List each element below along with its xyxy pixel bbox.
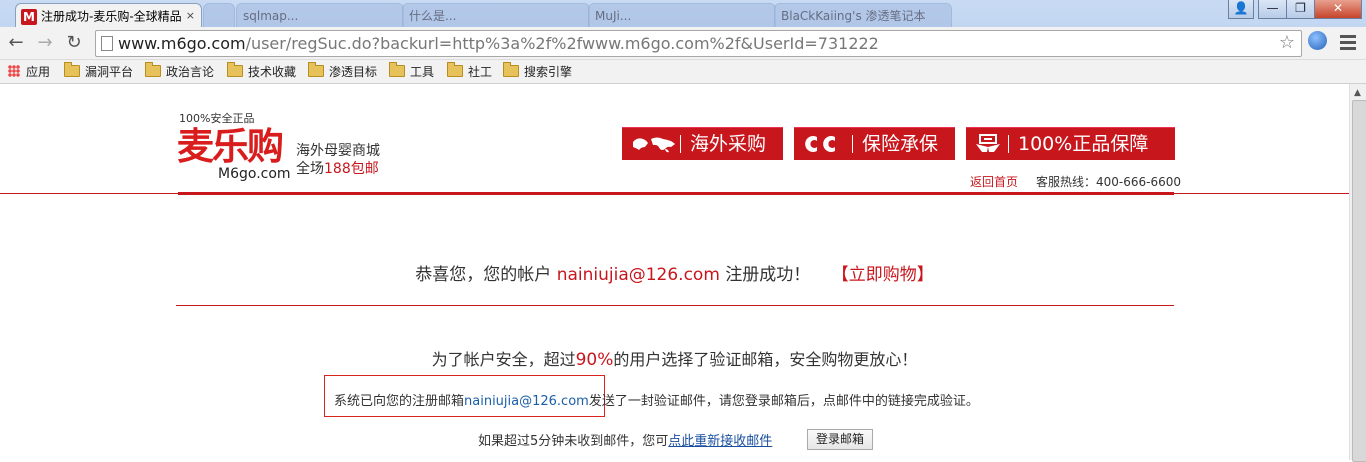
insurance-logo-icon: [805, 136, 835, 152]
hotline: 客服热线：400-666-6600: [1036, 175, 1182, 189]
slogan-line1: 海外母婴商城: [296, 143, 380, 159]
bookmark-folder[interactable]: 社工: [447, 62, 492, 81]
restore-button[interactable]: ❐: [1286, 0, 1315, 19]
tab-background[interactable]: MuJi...: [588, 3, 776, 28]
slogan-line2: 全场188包邮: [296, 161, 379, 177]
browser-toolbar: ← → ↻ www.m6go.com/user/regSuc.do?backur…: [0, 27, 1366, 60]
logo-tagline: 100%安全正品: [179, 112, 255, 125]
scroll-up-icon[interactable]: ▲: [1354, 88, 1361, 98]
world-map-icon: [633, 137, 675, 153]
folder-icon: [447, 62, 463, 77]
bookmark-folder[interactable]: 政治言论: [145, 62, 214, 81]
close-window-button[interactable]: ✕: [1314, 0, 1362, 19]
site-favicon-icon: M: [21, 8, 37, 25]
badge-divider: [680, 135, 681, 153]
badge-divider: [1008, 135, 1009, 153]
bookmark-star-icon[interactable]: ☆: [1279, 32, 1295, 53]
bookmark-folder[interactable]: 技术收藏: [227, 62, 296, 81]
verification-sent-text: 系统已向您的注册邮箱nainiujia@126.com发送了一封验证邮件，请您登…: [334, 394, 979, 409]
apps-grid-icon: [8, 65, 20, 77]
user-icon[interactable]: 👤: [1228, 0, 1254, 19]
tab-close-icon[interactable]: ×: [186, 4, 195, 28]
resend-text: 如果超过5分钟未收到邮件，您可点此重新接收邮件: [478, 434, 773, 449]
menu-icon[interactable]: [1340, 35, 1356, 53]
folder-icon: [64, 62, 80, 77]
registered-email: nainiujia@126.com: [464, 394, 589, 409]
address-bar[interactable]: www.m6go.com/user/regSuc.do?backurl=http…: [95, 30, 1302, 57]
badge-label: 海外采购: [690, 133, 767, 155]
bookmarks-bar: 应用 漏洞平台 政治言论 技术收藏 渗透目标 工具 社工 搜索引擎: [0, 60, 1366, 84]
forward-icon[interactable]: →: [34, 32, 56, 54]
folder-icon: [503, 62, 519, 77]
site-logo[interactable]: 麦乐购: [177, 127, 284, 167]
bookmark-folder[interactable]: 工具: [389, 62, 434, 81]
back-icon[interactable]: ←: [5, 32, 27, 54]
badge-label: 保险承保: [862, 133, 939, 155]
scroll-thumb[interactable]: [1352, 100, 1366, 462]
reload-icon[interactable]: ↻: [63, 32, 85, 54]
page-icon: [101, 36, 113, 51]
url-text[interactable]: www.m6go.com/user/regSuc.do?backurl=http…: [118, 31, 879, 56]
tab-background[interactable]: 什么是...: [402, 3, 590, 28]
tab-active[interactable]: M 注册成功-麦乐购-全球精品 ×: [15, 3, 202, 28]
tab-strip: M 注册成功-麦乐购-全球精品 × sqlmap... 什么是... MuJi..…: [0, 0, 1366, 28]
bookmark-apps[interactable]: 应用: [8, 63, 50, 81]
bookmark-folder[interactable]: 漏洞平台: [64, 62, 133, 81]
bookmark-folder[interactable]: 渗透目标: [308, 62, 377, 81]
badge-divider: [852, 135, 853, 153]
account-email: nainiujia@126.com: [556, 265, 720, 285]
page-content: 100%安全正品 麦乐购 M6go.com 海外母婴商城 全场188包邮 海外采…: [0, 84, 1349, 460]
resend-email-link[interactable]: 点此重新接收邮件: [668, 434, 772, 449]
folder-icon: [308, 62, 324, 77]
translate-globe-icon[interactable]: [1308, 31, 1327, 50]
login-mailbox-button[interactable]: 登录邮箱: [807, 429, 873, 450]
home-link[interactable]: 返回首页: [970, 173, 1018, 190]
tab-new[interactable]: [203, 3, 235, 28]
tab-title: 注册成功-麦乐购-全球精品: [41, 9, 182, 24]
minimize-button[interactable]: —: [1258, 0, 1287, 19]
folder-icon: [145, 62, 161, 77]
security-notice: 为了帐户安全，超过90%的用户选择了验证邮箱，安全购物更放心！: [431, 350, 918, 370]
vertical-scrollbar[interactable]: ▲: [1349, 84, 1366, 462]
bookmark-folder[interactable]: 搜索引擎: [503, 62, 572, 81]
certified-hands-icon: [976, 134, 1000, 152]
tab-background[interactable]: sqlmap...: [236, 3, 404, 28]
folder-icon: [227, 62, 243, 77]
success-message: 恭喜您，您的帐户 nainiujia@126.com 注册成功！ 【立即购物】: [415, 265, 934, 285]
badge-label: 100%正品保障: [1018, 133, 1149, 155]
badge-genuine: 100%正品保障: [966, 127, 1175, 160]
content-divider: [176, 305, 1174, 306]
logo-domain: M6go.com: [218, 166, 291, 182]
shop-now-link[interactable]: 【立即购物】: [832, 265, 934, 285]
browser-chrome: M 注册成功-麦乐购-全球精品 × sqlmap... 什么是... MuJi..…: [0, 0, 1366, 84]
header-accent-line: [178, 192, 1174, 195]
badge-insurance: 保险承保: [794, 127, 955, 160]
folder-icon: [389, 62, 405, 77]
badge-overseas: 海外采购: [622, 127, 783, 160]
tab-background[interactable]: BlaCkKaiing's 渗透笔记本: [774, 3, 952, 28]
